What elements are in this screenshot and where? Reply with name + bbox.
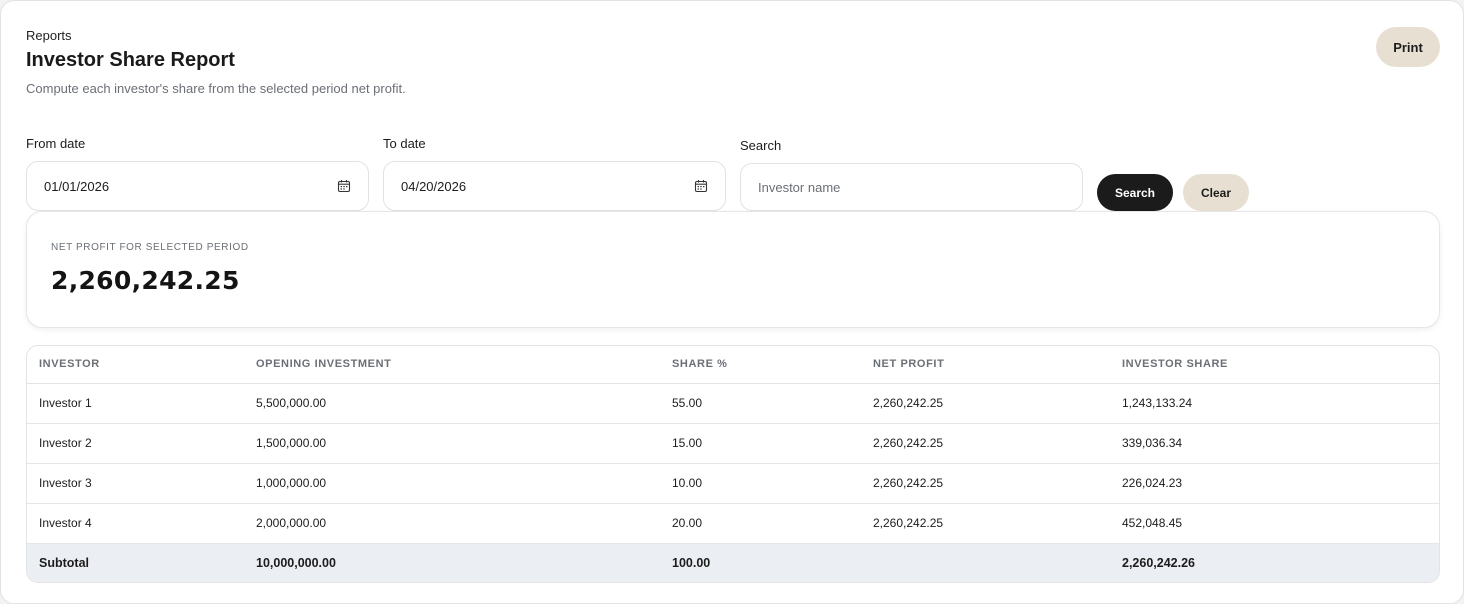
search-button[interactable]: Search <box>1097 174 1173 211</box>
page-title: Investor Share Report <box>26 49 235 71</box>
table-row: Investor 4 2,000,000.00 20.00 2,260,242.… <box>27 503 1439 544</box>
clear-button[interactable]: Clear <box>1183 174 1249 211</box>
calendar-icon[interactable] <box>694 179 708 193</box>
column-header-opening-investment: OPENING INVESTMENT <box>244 346 660 384</box>
cell-investor-share: 226,024.23 <box>1110 463 1439 504</box>
from-date-value[interactable]: 01/01/2026 <box>44 179 337 194</box>
net-profit-value: 2,260,242.25 <box>51 266 240 295</box>
investor-share-table: INVESTOR OPENING INVESTMENT SHARE % NET … <box>26 345 1440 583</box>
search-input[interactable] <box>758 179 1065 195</box>
subtotal-row: Subtotal 10,000,000.00 100.00 2,260,242.… <box>27 543 1439 582</box>
search-field[interactable] <box>740 163 1083 211</box>
cell-investor: Investor 4 <box>27 503 244 544</box>
from-date-label: From date <box>26 136 86 151</box>
cell-investor: Investor 3 <box>27 463 244 504</box>
to-date-label: To date <box>383 136 426 151</box>
column-header-share-percent: SHARE % <box>660 346 861 384</box>
from-date-field[interactable]: 01/01/2026 <box>26 161 369 211</box>
report-page: Reports Investor Share Report Compute ea… <box>0 0 1464 604</box>
cell-investor: Investor 2 <box>27 423 244 464</box>
cell-opening-investment: 5,500,000.00 <box>244 383 660 424</box>
cell-net-profit: 2,260,242.25 <box>861 423 1110 464</box>
column-header-net-profit: NET PROFIT <box>861 346 1110 384</box>
cell-investor-share: 339,036.34 <box>1110 423 1439 464</box>
cell-share-percent: 15.00 <box>660 423 861 464</box>
print-button[interactable]: Print <box>1376 27 1440 67</box>
cell-share-percent: 10.00 <box>660 463 861 504</box>
subtotal-share-percent: 100.00 <box>660 543 861 582</box>
net-profit-card: NET PROFIT FOR SELECTED PERIOD 2,260,242… <box>26 211 1440 328</box>
column-header-investor-share: INVESTOR SHARE <box>1110 346 1439 384</box>
cell-share-percent: 55.00 <box>660 383 861 424</box>
subtotal-label: Subtotal <box>27 543 244 582</box>
table-header-row: INVESTOR OPENING INVESTMENT SHARE % NET … <box>27 346 1439 384</box>
cell-opening-investment: 1,500,000.00 <box>244 423 660 464</box>
subtotal-opening-investment: 10,000,000.00 <box>244 543 660 582</box>
breadcrumb[interactable]: Reports <box>26 28 72 43</box>
cell-net-profit: 2,260,242.25 <box>861 463 1110 504</box>
page-subtitle: Compute each investor's share from the s… <box>26 81 406 96</box>
column-header-investor: INVESTOR <box>27 346 244 384</box>
cell-net-profit: 2,260,242.25 <box>861 383 1110 424</box>
cell-investor-share: 452,048.45 <box>1110 503 1439 544</box>
cell-net-profit: 2,260,242.25 <box>861 503 1110 544</box>
calendar-icon[interactable] <box>337 179 351 193</box>
cell-opening-investment: 1,000,000.00 <box>244 463 660 504</box>
table-row: Investor 1 5,500,000.00 55.00 2,260,242.… <box>27 383 1439 424</box>
subtotal-investor-share: 2,260,242.26 <box>1110 543 1439 582</box>
cell-opening-investment: 2,000,000.00 <box>244 503 660 544</box>
search-label: Search <box>740 138 782 153</box>
table-row: Investor 3 1,000,000.00 10.00 2,260,242.… <box>27 463 1439 504</box>
cell-share-percent: 20.00 <box>660 503 861 544</box>
to-date-field[interactable]: 04/20/2026 <box>383 161 726 211</box>
cell-investor-share: 1,243,133.24 <box>1110 383 1439 424</box>
subtotal-net-profit <box>861 543 1110 582</box>
to-date-value[interactable]: 04/20/2026 <box>401 179 694 194</box>
cell-investor: Investor 1 <box>27 383 244 424</box>
table-row: Investor 2 1,500,000.00 15.00 2,260,242.… <box>27 423 1439 464</box>
net-profit-label: NET PROFIT FOR SELECTED PERIOD <box>51 242 249 253</box>
